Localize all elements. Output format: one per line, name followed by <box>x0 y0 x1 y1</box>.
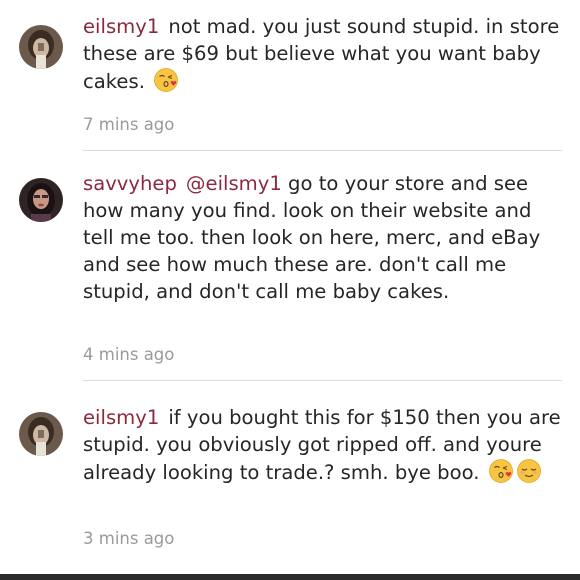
comment-timestamp: 3 mins ago <box>83 529 175 548</box>
relieved-face-emoji-icon <box>516 458 542 491</box>
comment-timestamp: 4 mins ago <box>83 345 175 364</box>
avatar[interactable] <box>19 178 63 222</box>
comment-text: eilsmy1 not mad. you just sound stupid. i… <box>83 13 563 100</box>
avatar[interactable] <box>19 25 63 69</box>
bottom-bar <box>0 574 580 580</box>
comment-text: eilsmy1 if you bought this for $150 then … <box>83 404 563 491</box>
comment-mention[interactable]: @eilsmy1 <box>186 172 282 195</box>
avatar[interactable] <box>19 412 63 456</box>
comment-timestamp: 7 mins ago <box>83 115 175 134</box>
comment-username[interactable]: eilsmy1 <box>83 15 159 38</box>
comment-username[interactable]: eilsmy1 <box>83 406 159 429</box>
divider <box>83 380 562 381</box>
comment-text: savvyhep @eilsmy1 go to your store and se… <box>83 170 563 305</box>
divider <box>83 150 562 151</box>
comment-username[interactable]: savvyhep <box>83 172 177 195</box>
kissing-heart-emoji-icon <box>153 67 179 100</box>
kissing-heart-emoji-icon <box>488 458 514 491</box>
